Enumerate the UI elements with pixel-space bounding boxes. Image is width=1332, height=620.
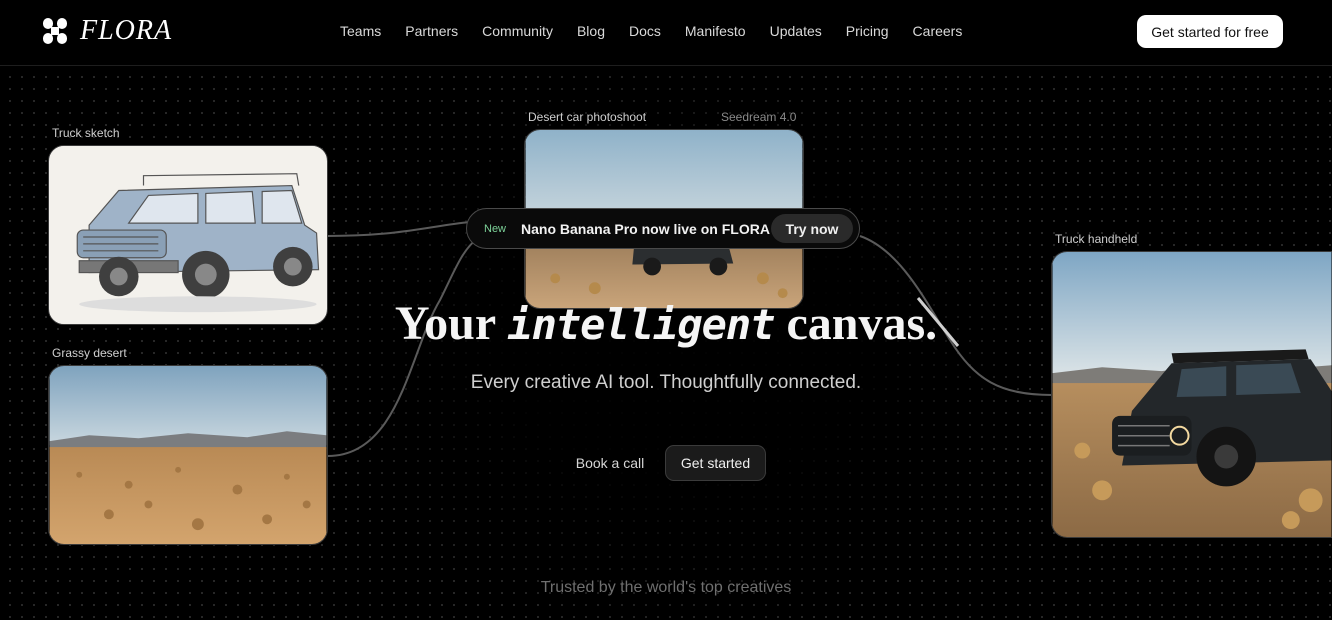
try-now-button[interactable]: Try now	[771, 214, 853, 243]
nav-blog[interactable]: Blog	[577, 22, 605, 40]
new-badge: New	[484, 222, 507, 235]
model-name-label: Seedream 4.0	[721, 110, 797, 124]
nav-docs[interactable]: Docs	[629, 22, 661, 40]
announcement-text: Nano Banana Pro now live on FLORA	[521, 220, 770, 237]
hero-headline: Your intelligent canvas.	[0, 296, 1332, 353]
desert-car-label: Desert car photoshoot	[528, 110, 647, 124]
brand-logo[interactable]: FLORA	[42, 16, 172, 46]
get-started-button[interactable]: Get started	[665, 445, 766, 481]
flower-logo-icon	[43, 18, 67, 44]
book-a-call-link[interactable]: Book a call	[568, 445, 652, 481]
main-nav: Teams Partners Community Blog Docs Manif…	[340, 22, 962, 40]
top-navigation-bar: FLORA Teams Partners Community Blog Docs…	[0, 0, 1332, 66]
nav-teams[interactable]: Teams	[340, 22, 381, 40]
nav-community[interactable]: Community	[482, 22, 553, 40]
headline-start: Your	[394, 297, 496, 350]
nav-updates[interactable]: Updates	[770, 22, 822, 40]
truck-handheld-label: Truck handheld	[1055, 232, 1138, 246]
hero-subheadline: Every creative AI tool. Thoughtfully con…	[470, 372, 862, 393]
nav-careers[interactable]: Careers	[913, 22, 963, 40]
headline-end: canvas.	[786, 297, 938, 350]
brand-wordmark: FLORA	[80, 15, 173, 46]
announcement-banner[interactable]: New Nano Banana Pro now live on FLORA Tr…	[466, 208, 860, 249]
nav-manifesto[interactable]: Manifesto	[685, 22, 746, 40]
nav-partners[interactable]: Partners	[405, 22, 458, 40]
trusted-by-caption: Trusted by the world's top creatives	[540, 579, 792, 596]
get-started-free-button[interactable]: Get started for free	[1137, 15, 1283, 48]
headline-emphasis: intelligent	[507, 300, 775, 349]
truck-sketch-label: Truck sketch	[52, 126, 120, 140]
nav-pricing[interactable]: Pricing	[846, 22, 889, 40]
